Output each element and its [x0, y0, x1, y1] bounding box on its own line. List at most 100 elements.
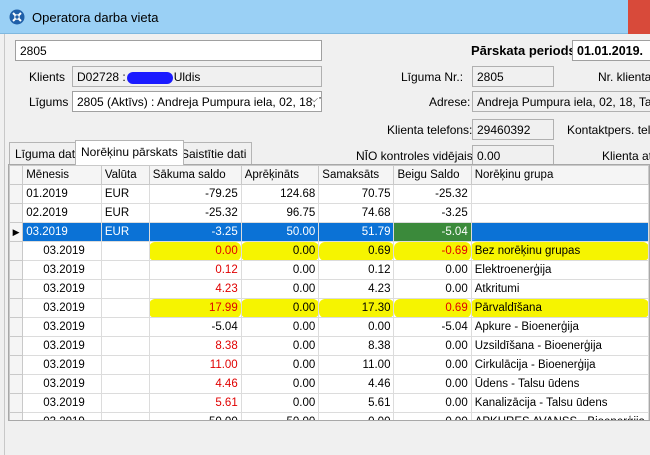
cell-group: Apkure - Bioenerģija: [470, 317, 649, 337]
cell-month: 03.2019: [22, 241, 102, 261]
row-indicator: [9, 412, 24, 420]
cell-start-balance: -79.25: [148, 184, 242, 204]
cell-calculated: 0.00: [240, 260, 320, 280]
cell-month: 03.2019: [22, 222, 102, 242]
cell-currency: [100, 260, 150, 280]
redacted-name: [126, 71, 173, 84]
nio-label: NĪO kontroles vidējais:: [356, 149, 477, 163]
cell-group: Atkritumi: [470, 279, 649, 299]
row-indicator: [9, 355, 24, 375]
cell-start-balance: -50.00: [148, 412, 242, 420]
cell-currency: [100, 393, 150, 413]
cell-month: 03.2019: [22, 317, 102, 337]
cell-calculated: 50.00: [240, 412, 320, 420]
table-row[interactable]: 01.2019 EUR -79.25 124.68 70.75 -25.32: [9, 184, 649, 204]
cell-month: 03.2019: [22, 260, 102, 280]
table-row[interactable]: 03.2019 4.23 0.00 4.23 0.00 Atkritumi: [9, 279, 649, 299]
col-header-group[interactable]: Norēķinu grupa: [470, 165, 649, 185]
cell-paid: 0.00: [318, 317, 395, 337]
table-row[interactable]: 03.2019 5.61 0.00 5.61 0.00 Kanalizācija - Ta…: [9, 393, 649, 413]
client-id: D02728 :: [77, 70, 126, 84]
cell-month: 02.2019: [22, 203, 102, 223]
cell-calculated: 96.75: [240, 203, 320, 223]
cell-end-balance: 0.00: [393, 393, 472, 413]
tab-ligumu-dati[interactable]: Līguma dati: [9, 142, 84, 164]
cell-calculated: 0.00: [240, 374, 320, 394]
contract-no-field: 2805: [472, 66, 554, 87]
cell-group: Uzsildīšana - Bioenerģija: [470, 336, 649, 356]
chevron-down-icon[interactable]: ⌵: [310, 94, 318, 105]
client-name: Uldis: [173, 70, 201, 84]
cell-currency: EUR: [100, 203, 150, 223]
cell-month: 03.2019: [22, 336, 102, 356]
cell-end-balance: -5.04: [393, 317, 472, 337]
row-indicator: [9, 241, 24, 261]
close-button[interactable]: [628, 0, 650, 34]
cell-start-balance: -25.32: [148, 203, 242, 223]
col-header-start-balance[interactable]: Sākuma saldo: [148, 165, 242, 185]
cell-currency: [100, 241, 150, 261]
col-header-month[interactable]: Mēnesis: [22, 165, 102, 185]
period-field[interactable]: 01.01.2019.: [572, 40, 650, 61]
table-row[interactable]: 03.2019 8.38 0.00 8.38 0.00 Uzsildīšana - Bio…: [9, 336, 649, 356]
cell-paid: 0.12: [318, 260, 395, 280]
cell-calculated: 0.00: [240, 298, 320, 318]
billing-grid[interactable]: Mēnesis Valūta Sākuma saldo Aprēķināts S…: [8, 164, 650, 421]
table-row[interactable]: 03.2019 11.00 0.00 11.00 0.00 Cirkulācija - B…: [9, 355, 649, 375]
cell-calculated: 0.00: [240, 336, 320, 356]
cell-month: 03.2019: [22, 355, 102, 375]
cell-currency: [100, 298, 150, 318]
cell-end-balance: -25.32: [393, 184, 472, 204]
table-row[interactable]: 03.2019 0.12 0.00 0.12 0.00 Elektroenerģija: [9, 260, 649, 280]
row-indicator: [9, 374, 24, 394]
col-header-paid[interactable]: Samaksāts: [318, 165, 395, 185]
phone-field: 29460392: [472, 119, 554, 140]
col-header-currency[interactable]: Valūta: [100, 165, 150, 185]
cell-group: APKURES AVANSS - Bioenerģija: [470, 412, 649, 420]
cell-end-balance: 0.00: [393, 260, 472, 280]
cell-paid: 74.68: [318, 203, 395, 223]
tab-norekinu-parskats[interactable]: Norēķinu pārskats: [75, 140, 184, 165]
table-row[interactable]: 03.2019 17.99 0.00 17.30 0.69 Pārvaldīšana: [9, 298, 649, 318]
current-row-arrow-icon: ▶: [9, 222, 24, 242]
contract-label: Līgums: [29, 95, 69, 109]
cell-currency: [100, 317, 150, 337]
client-ati-label: Klienta atli: [602, 149, 650, 163]
row-indicator: [9, 279, 24, 299]
cell-start-balance: 4.46: [148, 374, 242, 394]
search-input[interactable]: 2805: [15, 40, 322, 61]
phone-label: Klienta telefons:: [387, 123, 473, 137]
cell-start-balance: 0.00: [148, 241, 242, 261]
table-row[interactable]: 03.2019 0.00 0.00 0.69 -0.69 Bez norēķinu gru…: [9, 241, 649, 261]
cell-calculated: 0.00: [240, 279, 320, 299]
table-row[interactable]: ▶ 03.2019 EUR -3.25 50.00 51.79 -5.04: [9, 222, 649, 242]
cell-currency: [100, 279, 150, 299]
contract-value: 2805 (Aktīvs) : Andreja Pumpura iela, 02…: [77, 95, 322, 109]
cell-end-balance: 0.00: [393, 412, 472, 420]
title-bar: Operatora darba vieta: [0, 0, 650, 34]
cell-paid: 70.75: [318, 184, 395, 204]
table-row[interactable]: 03.2019 -5.04 0.00 0.00 -5.04 Apkure - Bioene…: [9, 317, 649, 337]
cell-currency: [100, 412, 150, 420]
cell-calculated: 124.68: [240, 184, 320, 204]
table-row[interactable]: 03.2019 4.46 0.00 4.46 0.00 Ūdens - Talsu ūde…: [9, 374, 649, 394]
contract-select[interactable]: 2805 (Aktīvs) : Andreja Pumpura iela, 02…: [72, 91, 322, 112]
table-row[interactable]: 03.2019-50.0050.000.000.00APKURES AVANSS…: [9, 412, 649, 420]
cell-start-balance: 17.99: [148, 298, 242, 318]
client-field: D02728 : Uldis: [72, 66, 322, 87]
col-header-end-balance[interactable]: Beigu Saldo: [393, 165, 472, 185]
row-indicator: [9, 184, 24, 204]
tab-saistitie-dati[interactable]: Saistītie dati: [175, 142, 253, 164]
cell-end-balance: -0.69: [393, 241, 472, 261]
cell-end-balance: 0.00: [393, 279, 472, 299]
billing-table: Mēnesis Valūta Sākuma saldo Aprēķināts S…: [9, 165, 649, 420]
table-row[interactable]: 02.2019 EUR -25.32 96.75 74.68 -3.25: [9, 203, 649, 223]
cell-month: 03.2019: [22, 298, 102, 318]
cell-start-balance: 11.00: [148, 355, 242, 375]
cell-month: 01.2019: [22, 184, 102, 204]
app-icon: [9, 9, 25, 25]
row-indicator-header: [9, 165, 24, 185]
cell-calculated: 50.00: [240, 222, 320, 242]
col-header-calculated[interactable]: Aprēķināts: [240, 165, 320, 185]
cell-paid: 4.23: [318, 279, 395, 299]
